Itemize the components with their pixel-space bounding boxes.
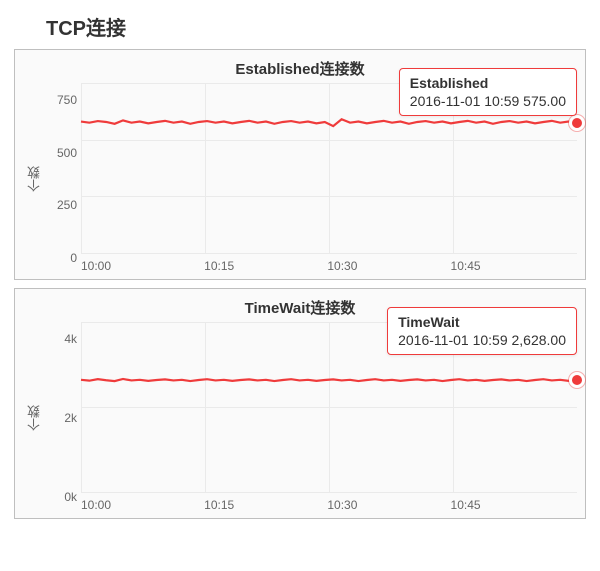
y-axis-label: 个数	[23, 405, 41, 431]
tooltip-value-line: 2016-11-01 10:59 575.00	[410, 93, 566, 109]
tooltip-timewait: TimeWait 2016-11-01 10:59 2,628.00	[387, 307, 577, 355]
x-axis-ticks: 10:00 10:15 10:30 10:45 .	[81, 253, 577, 275]
hover-point-icon	[569, 372, 585, 388]
chart-panel-established: Established连接数 个数 750 500 250 0	[14, 49, 586, 280]
tooltip-established: Established 2016-11-01 10:59 575.00	[399, 68, 577, 116]
x-tick: 10:00	[81, 259, 204, 273]
tooltip-series-name: TimeWait	[398, 314, 566, 330]
x-axis-ticks: 10:00 10:15 10:30 10:45 .	[81, 492, 577, 514]
tooltip-value-line: 2016-11-01 10:59 2,628.00	[398, 332, 566, 348]
chart-panel-timewait: TimeWait连接数 个数 4k 2k 0k	[14, 288, 586, 519]
y-tick: 2k	[64, 412, 77, 424]
x-tick: 10:45	[451, 498, 574, 512]
y-tick: 250	[57, 199, 77, 211]
y-tick: 750	[57, 94, 77, 106]
x-tick: 10:15	[204, 259, 327, 273]
y-axis-ticks: 750 500 250 0	[41, 94, 81, 264]
y-tick: 0	[70, 252, 77, 264]
y-tick: 4k	[64, 333, 77, 345]
tooltip-series-name: Established	[410, 75, 566, 91]
x-tick: 10:15	[204, 498, 327, 512]
x-tick: 10:00	[81, 498, 204, 512]
x-tick: 10:45	[451, 259, 574, 273]
hover-point-icon	[569, 115, 585, 131]
y-axis-ticks: 4k 2k 0k	[41, 333, 81, 503]
y-tick: 500	[57, 147, 77, 159]
page-title: TCP连接	[46, 12, 586, 41]
page-root: TCP连接 Established连接数 个数 750 500 250 0	[0, 0, 600, 519]
y-axis-label: 个数	[23, 166, 41, 192]
x-tick: 10:30	[327, 259, 450, 273]
x-tick: 10:30	[327, 498, 450, 512]
y-tick: 0k	[64, 491, 77, 503]
